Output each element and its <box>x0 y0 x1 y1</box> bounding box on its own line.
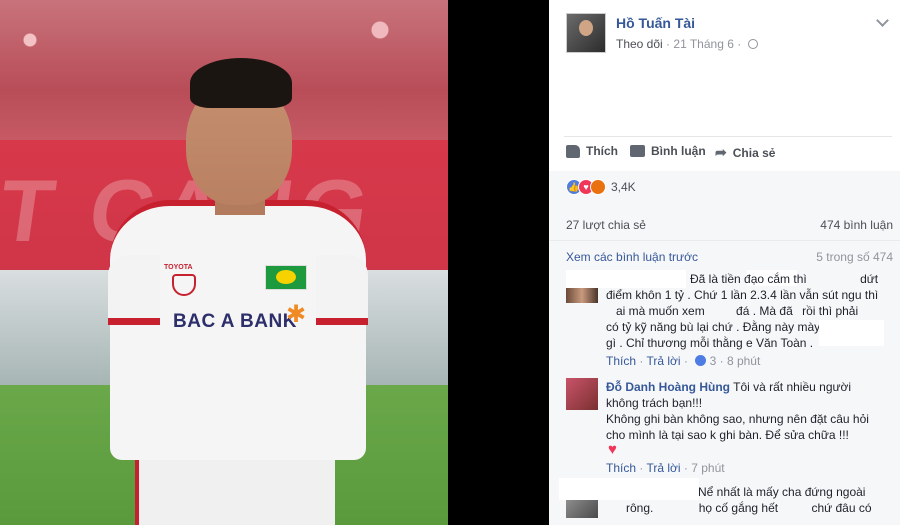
view-previous-comments-link[interactable]: Xem các bình luận trước <box>566 250 698 264</box>
meta-separator: · <box>737 37 745 51</box>
commenter-avatar[interactable] <box>566 378 598 410</box>
post-panel: Hồ Tuấn Tài Theo dõi · 21 Tháng 6 · Thíc… <box>549 0 900 525</box>
share-icon: ➦ <box>715 144 727 160</box>
author-avatar[interactable] <box>566 13 606 53</box>
author-name[interactable]: Hồ Tuấn Tài <box>616 15 695 31</box>
like-label: Thích <box>586 144 618 158</box>
mini-like-icon <box>695 355 707 366</box>
comment-line: Không ghi bàn không sao, nhưng nên đặt c… <box>606 412 869 426</box>
comment-line: cho mình là tại sao k ghi bàn. Để sửa ch… <box>606 428 849 442</box>
comment-line: điểm khôn 1 tỷ . Chứ 1 lần 2.3.4 lần vẫn… <box>606 288 879 302</box>
jersey-sleeve <box>108 255 160 325</box>
comment-time[interactable]: 7 phút <box>691 461 724 475</box>
comment-icon <box>630 145 645 157</box>
comment-text: Đỗ Danh Hoàng Hùng Tôi và rất nhiều ngườ… <box>606 379 869 443</box>
post-meta: Theo dõi · 21 Tháng 6 · <box>616 37 758 51</box>
action-bar: Thích Bình luận ➦ Chia sẻ <box>564 141 892 163</box>
comment-line: Đã là tiền đạo cắm thì dứt <box>690 272 879 286</box>
shares-count[interactable]: 27 lượt chia sẻ <box>566 218 646 232</box>
jersey-sponsor: BAC A BANK <box>173 311 297 332</box>
commenter-name[interactable]: Đỗ Danh Hoàng Hùng <box>606 380 730 394</box>
player-shorts <box>135 450 335 525</box>
comment-meta: Thích · Trả lời · 7 phút <box>606 461 725 475</box>
redacted-text <box>819 320 884 346</box>
share-label: Chia sẻ <box>732 145 776 160</box>
like-button[interactable]: Thích <box>566 144 618 158</box>
share-button[interactable]: ➦ Chia sẻ <box>715 144 775 161</box>
follow-link[interactable]: Theo dõi <box>616 37 663 51</box>
comment-page-count: 5 trong số 474 <box>816 250 893 264</box>
reactions-count[interactable]: 3,4K <box>611 180 636 194</box>
post-photo[interactable]: T CẢNG TOYOTA BAC A BANK ✱ <box>0 0 448 525</box>
player-hair <box>190 58 292 108</box>
commenter-avatar[interactable] <box>566 288 598 303</box>
comment-like-link[interactable]: Thích <box>606 354 636 368</box>
comment-line: Nể nhất là mấy cha đứng ngoài <box>698 485 866 499</box>
comment-text: Nể nhất là mấy cha đứng ngoài rông. họ c… <box>606 484 872 516</box>
globe-icon <box>747 39 758 49</box>
comment-line: Đỗ Danh Hoàng Hùng Tôi và rất nhiều ngườ… <box>606 380 852 394</box>
comment-line: không trách bạn!!! <box>606 396 703 410</box>
jersey-sleeve <box>316 255 368 325</box>
post-date[interactable]: 21 Tháng 6 <box>673 37 734 51</box>
comment-meta: Thích · Trả lời · 3 · 8 phút <box>606 354 761 368</box>
jersey-flag-emblem <box>276 270 296 284</box>
thumbs-up-icon <box>566 144 580 158</box>
comment-button[interactable]: Bình luận <box>630 144 706 158</box>
comment-likes[interactable]: 3 <box>710 354 717 368</box>
comment-line: rông. họ cố gắng hết chứ đâu có <box>626 501 872 515</box>
jersey-toyota-label: TOYOTA <box>164 264 193 271</box>
comments-count[interactable]: 474 bình luận <box>820 218 893 232</box>
comment-time[interactable]: 8 phút <box>727 354 760 368</box>
divider <box>564 136 892 137</box>
angry-reaction-icon[interactable] <box>590 179 606 195</box>
comment-label: Bình luận <box>651 144 706 158</box>
sponsor-star-icon: ✱ <box>286 301 307 328</box>
comment-line: ai mà muốn xem đá . Mà đã rồi thì phải <box>616 304 859 318</box>
comment-reply-link[interactable]: Trả lời <box>646 354 680 368</box>
heart-reaction-icon: ♥ <box>608 441 617 458</box>
chevron-down-icon[interactable] <box>876 14 889 27</box>
commenter-avatar[interactable] <box>566 500 598 518</box>
comment-reply-link[interactable]: Trả lời <box>646 461 680 475</box>
comment-like-link[interactable]: Thích <box>606 461 636 475</box>
